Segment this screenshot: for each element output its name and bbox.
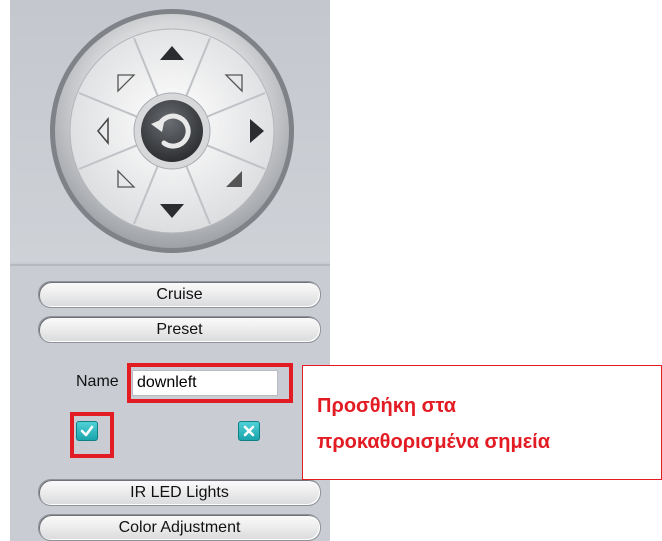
cruise-button[interactable]: Cruise bbox=[38, 281, 321, 308]
color-adjustment-button[interactable]: Color Adjustment bbox=[38, 514, 321, 541]
annotation-line-2: προκαθορισμένα σημεία bbox=[317, 431, 551, 453]
ptz-joystick-area bbox=[10, 0, 330, 262]
name-input-highlight bbox=[127, 363, 293, 403]
ir-led-lights-button[interactable]: IR LED Lights bbox=[38, 479, 321, 506]
name-label: Name bbox=[76, 373, 119, 390]
annotation-text: Προσθήκη στα προκαθορισμένα σημεία bbox=[317, 388, 657, 460]
panel-divider bbox=[10, 264, 330, 266]
rotate-reset-icon[interactable] bbox=[141, 100, 203, 162]
preset-button[interactable]: Preset bbox=[38, 316, 321, 343]
annotation-line-1: Προσθήκη στα bbox=[317, 395, 457, 417]
annotation-callout: Προσθήκη στα προκαθορισμένα σημεία bbox=[302, 365, 662, 480]
ptz-control-panel: Cruise Preset Name IR LED Lights Color A… bbox=[10, 0, 330, 541]
cancel-button[interactable] bbox=[238, 421, 260, 441]
ptz-joystick bbox=[50, 9, 294, 253]
close-icon bbox=[243, 425, 255, 437]
confirm-button-highlight bbox=[70, 412, 114, 458]
